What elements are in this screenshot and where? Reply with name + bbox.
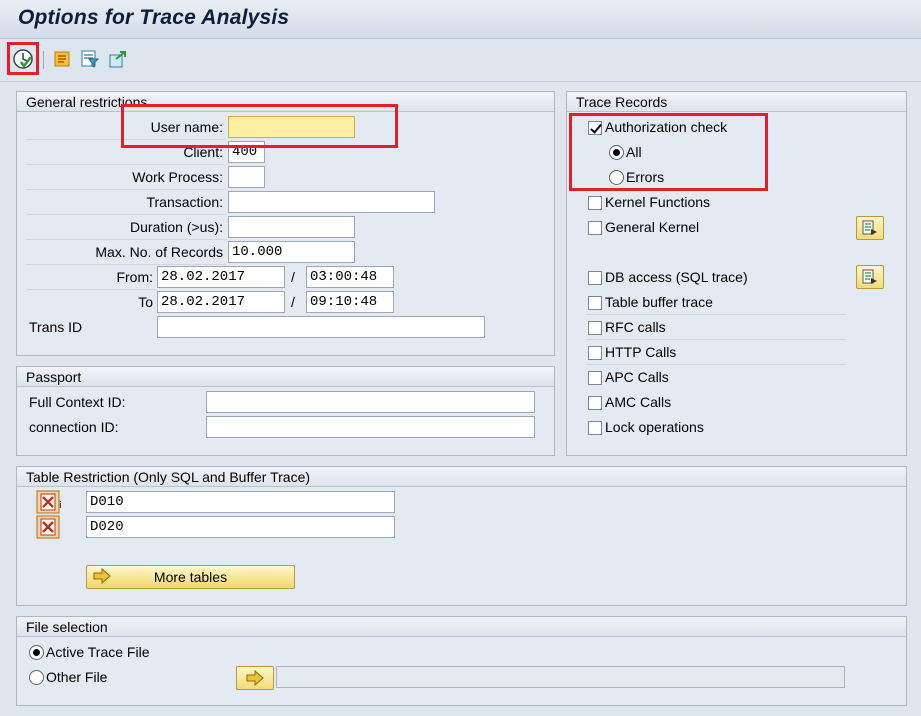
row-separator — [26, 264, 226, 265]
row-separator — [26, 139, 226, 140]
db-access-label: DB access (SQL trace) — [605, 269, 748, 285]
group-title: Trace Records — [567, 92, 906, 112]
row-separator — [586, 364, 846, 365]
filter-icon[interactable] — [78, 47, 102, 71]
trans-id-input[interactable] — [157, 316, 485, 338]
authorization-check-checkbox[interactable] — [588, 121, 602, 135]
http-calls-checkbox[interactable] — [588, 346, 602, 360]
amc-calls-checkbox[interactable] — [588, 396, 602, 410]
other-file-label: Other File — [46, 669, 108, 685]
max-records-input[interactable]: 10.000 — [228, 241, 355, 263]
client-label: Client: — [183, 144, 223, 160]
table-name-input[interactable]: D010 — [86, 491, 395, 513]
lock-operations-checkbox[interactable] — [588, 421, 602, 435]
amc-calls-label: AMC Calls — [605, 394, 672, 410]
active-trace-file-label: Active Trace File — [46, 644, 150, 660]
group-title: Table Restriction (Only SQL and Buffer T… — [17, 467, 906, 487]
from-separator: / — [291, 269, 295, 285]
general-kernel-checkbox[interactable] — [588, 221, 602, 235]
rfc-calls-checkbox[interactable] — [588, 321, 602, 335]
to-date-input[interactable]: 28.02.2017 — [157, 291, 285, 313]
title-bar: Options for Trace Analysis — [0, 0, 921, 39]
application-toolbar — [0, 39, 921, 82]
more-tables-label: More tables — [153, 569, 228, 585]
browse-file-button[interactable] — [236, 666, 274, 690]
max-records-label: Max. No. of Records — [95, 244, 223, 260]
rfc-calls-label: RFC calls — [605, 319, 666, 335]
duration-input[interactable] — [228, 216, 355, 238]
apc-calls-checkbox[interactable] — [588, 371, 602, 385]
client-input[interactable]: 400 — [228, 141, 265, 163]
table-name-input[interactable]: D020 — [86, 516, 395, 538]
from-time-input[interactable]: 03:00:48 — [306, 266, 394, 288]
row-separator — [586, 339, 846, 340]
transaction-input[interactable] — [228, 191, 435, 213]
from-label: From: — [116, 269, 153, 285]
http-calls-label: HTTP Calls — [605, 344, 677, 360]
details-icon — [862, 269, 877, 284]
full-context-id-input[interactable] — [206, 391, 535, 413]
arrow-right-icon — [246, 670, 264, 686]
delete-row-icon[interactable]: i — [36, 490, 64, 514]
work-process-input[interactable] — [228, 166, 265, 188]
work-process-label: Work Process: — [132, 169, 223, 185]
arrow-right-icon — [93, 567, 111, 590]
row-separator — [586, 314, 846, 315]
apc-calls-label: APC Calls — [605, 369, 669, 385]
db-access-details-button[interactable] — [856, 265, 884, 289]
to-separator: / — [291, 294, 295, 310]
active-trace-file-radio[interactable] — [29, 645, 44, 660]
page-title: Options for Trace Analysis — [18, 6, 290, 29]
details-icon — [862, 220, 877, 235]
other-file-input[interactable] — [276, 666, 845, 688]
duration-label: Duration (>us): — [130, 219, 223, 235]
file-selection-group: File selection — [16, 616, 907, 706]
table-buffer-checkbox[interactable] — [588, 296, 602, 310]
errors-radio[interactable] — [609, 170, 624, 185]
table-buffer-label: Table buffer trace — [605, 294, 713, 310]
toolbar-separator — [43, 51, 44, 69]
delete-row-icon[interactable] — [36, 515, 64, 539]
connection-id-input[interactable] — [206, 416, 535, 438]
to-label: To — [138, 294, 153, 310]
user-name-input[interactable] — [228, 116, 355, 138]
all-radio[interactable] — [609, 145, 624, 160]
user-name-label: User name: — [150, 119, 223, 135]
transaction-label: Transaction: — [146, 194, 223, 210]
svg-text:i: i — [59, 501, 62, 511]
errors-label: Errors — [626, 169, 665, 185]
group-title: Passport — [17, 367, 554, 387]
all-label: All — [626, 144, 642, 160]
to-time-input[interactable]: 09:10:48 — [306, 291, 394, 313]
connection-id-label: connection ID: — [29, 419, 119, 435]
kernel-functions-label: Kernel Functions — [605, 194, 711, 210]
from-date-input[interactable]: 28.02.2017 — [157, 266, 285, 288]
full-context-id-label: Full Context ID: — [29, 394, 126, 410]
kernel-functions-checkbox[interactable] — [588, 196, 602, 210]
execute-icon[interactable] — [11, 47, 35, 71]
lock-operations-label: Lock operations — [605, 419, 704, 435]
row-separator — [26, 189, 226, 190]
general-kernel-label: General Kernel — [605, 219, 700, 235]
row-separator — [26, 289, 156, 290]
row-separator — [26, 164, 226, 165]
more-tables-button[interactable]: More tables — [86, 565, 295, 589]
trans-id-label: Trans ID — [29, 319, 83, 335]
row-separator — [26, 239, 226, 240]
other-file-radio[interactable] — [29, 670, 44, 685]
db-access-checkbox[interactable] — [588, 271, 602, 285]
group-title: General restrictions — [17, 92, 554, 112]
row-separator — [26, 214, 226, 215]
authorization-check-label: Authorization check — [605, 119, 728, 135]
export-icon[interactable] — [106, 47, 130, 71]
group-title: File selection — [17, 617, 906, 637]
general-kernel-details-button[interactable] — [856, 216, 884, 240]
trace-settings-icon[interactable] — [50, 47, 74, 71]
